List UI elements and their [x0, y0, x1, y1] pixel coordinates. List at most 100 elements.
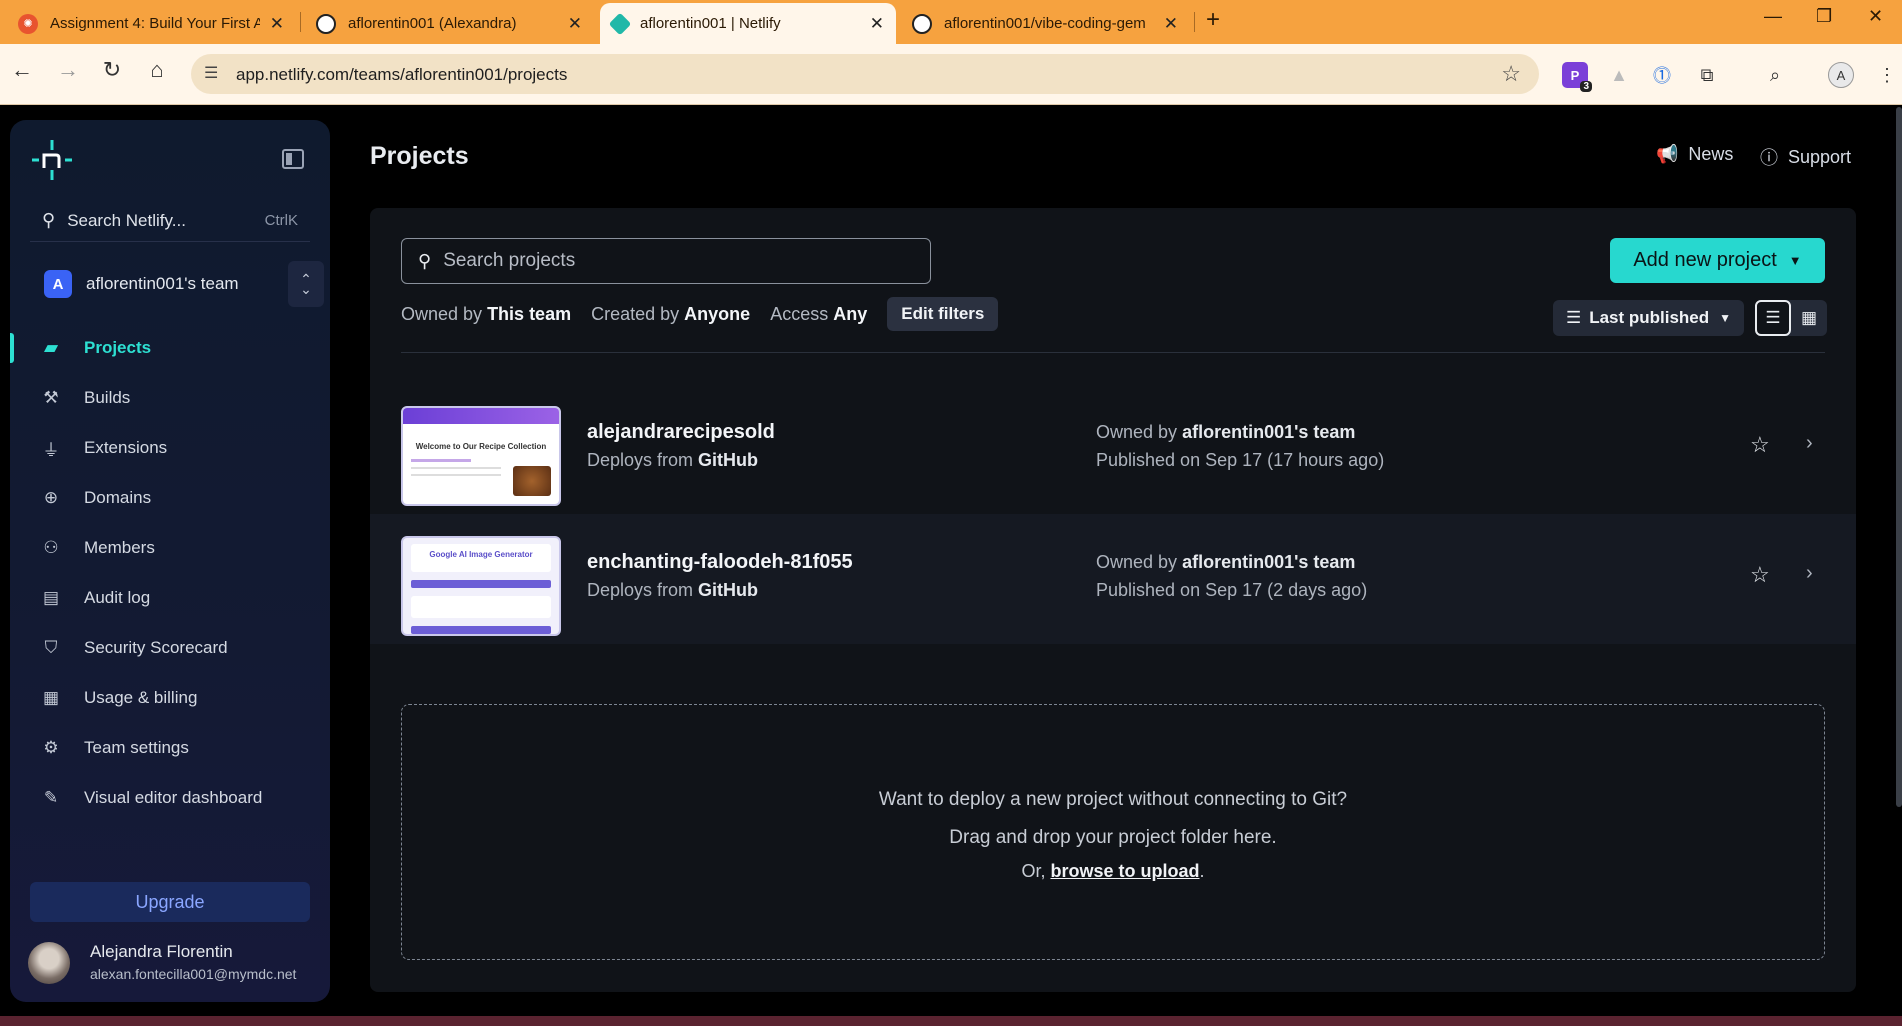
list-view-icon[interactable]: ☰ [1755, 300, 1791, 336]
reload-icon[interactable]: ↻ [96, 57, 128, 83]
project-owner: Owned by aflorentin001's team [1096, 552, 1355, 573]
sidebar-item-projects[interactable]: ▰ Projects [10, 323, 330, 373]
globe-icon: ⊕ [43, 488, 59, 507]
tab-title: aflorentin001 | Netlify [640, 15, 781, 32]
filter-created-by[interactable]: Created by Anyone [591, 304, 750, 325]
browser-tab-assignment[interactable]: ✺ Assignment 4: Build Your First A ✕ [6, 3, 296, 44]
view-toggle: ☰ ▦ [1755, 300, 1827, 336]
add-new-project-label: Add new project [1633, 249, 1777, 271]
browse-prefix: Or, [1021, 861, 1046, 881]
dropzone-heading: Want to deploy a new project without con… [878, 789, 1348, 810]
sidebar-item-visual-editor[interactable]: ✎ Visual editor dashboard [10, 773, 330, 823]
bookmark-star-icon[interactable]: ☆ [1501, 61, 1521, 87]
sidebar-item-label: Builds [84, 388, 131, 407]
filter-value: This team [487, 303, 572, 324]
deploy-dropzone[interactable]: Want to deploy a new project without con… [401, 704, 1825, 960]
close-tab-icon[interactable]: ✕ [270, 14, 284, 34]
chevron-right-icon[interactable]: › [1806, 562, 1813, 585]
team-switcher[interactable]: A aflorentin001's team ⌃ ⌄ [30, 260, 324, 308]
favorite-star-icon[interactable]: ☆ [1750, 432, 1770, 458]
thumbnail-line [411, 580, 551, 588]
github-favicon-icon [316, 13, 336, 34]
sidebar-item-security-scorecard[interactable]: ⛉ Security Scorecard [10, 623, 330, 673]
news-link[interactable]: 📢 News [1656, 144, 1733, 165]
close-tab-icon[interactable]: ✕ [870, 14, 884, 34]
search-netlify-button[interactable]: ⚲ Search Netlify... CtrlK [30, 200, 310, 242]
thumbnail-card [411, 596, 551, 618]
netlify-logo-icon[interactable] [30, 138, 74, 182]
user-email: alexan.fontecilla001@mymdc.net [90, 966, 297, 982]
project-name[interactable]: alejandrarecipesold [587, 421, 775, 444]
megaphone-icon: 📢 [1656, 144, 1679, 164]
sidebar-nav: ▰ Projects ⚒ Builds ⏚ Extensions ⊕ Domai… [10, 323, 330, 823]
sidebar-item-extensions[interactable]: ⏚ Extensions [10, 423, 330, 473]
shield-icon: ⛉ [44, 638, 58, 657]
search-projects-input[interactable]: ⚲ Search projects [401, 238, 931, 284]
hammer-icon: ⚒ [43, 388, 59, 407]
filter-owned-by[interactable]: Owned by This team [401, 304, 571, 325]
dropzone-instruction: Drag and drop your project folder here. [949, 827, 1277, 848]
project-deploy-source: Deploys from GitHub [587, 580, 758, 601]
sidebar-item-audit-log[interactable]: ▤ Audit log [10, 573, 330, 623]
project-name[interactable]: enchanting-faloodeh-81f055 [587, 551, 853, 574]
grid-view-icon[interactable]: ▦ [1791, 300, 1827, 336]
extension-icon[interactable]: P 3 [1562, 62, 1592, 92]
project-published: Published on Sep 17 (2 days ago) [1096, 580, 1368, 600]
sort-dropdown[interactable]: ☰ Last published ▼ [1553, 300, 1744, 336]
user-profile[interactable]: Alejandra Florentin alexan.fontecilla001… [28, 940, 328, 986]
project-row[interactable]: Welcome to Our Recipe Collection alejand… [370, 384, 1856, 514]
project-thumbnail: Google AI Image Generator [401, 536, 561, 636]
close-tab-icon[interactable]: ✕ [1164, 14, 1178, 34]
browser-tab-github-profile[interactable]: aflorentin001 (Alexandra) ✕ [304, 3, 594, 44]
browser-tab-github-repo[interactable]: aflorentin001/vibe-coding-gem ✕ [900, 3, 1190, 44]
browser-menu-icon[interactable]: ⋮ [1874, 62, 1900, 88]
home-icon[interactable]: ⌂ [141, 57, 173, 83]
edit-filters-button[interactable]: Edit filters [887, 297, 999, 331]
tab-title: aflorentin001/vibe-coding-gem [944, 15, 1146, 32]
support-link[interactable]: ⓘ Support [1760, 144, 1851, 170]
favorite-star-icon[interactable]: ☆ [1750, 562, 1770, 588]
project-row[interactable]: Google AI Image Generator enchanting-fal… [370, 514, 1856, 644]
profile-avatar[interactable]: A [1828, 62, 1854, 88]
new-tab-icon[interactable]: + [1206, 6, 1220, 34]
add-new-project-button[interactable]: Add new project ▼ [1610, 238, 1825, 283]
close-window-icon[interactable]: ✕ [1868, 6, 1883, 27]
browse-to-upload-link[interactable]: browse to upload [1051, 861, 1200, 881]
minimize-icon[interactable]: — [1764, 6, 1782, 27]
github-favicon-icon [912, 13, 932, 34]
password-manager-icon[interactable]: ⓵ [1649, 62, 1675, 88]
upgrade-button[interactable]: Upgrade [30, 882, 310, 922]
tab-title: Assignment 4: Build Your First A [50, 15, 260, 32]
divider [401, 352, 1825, 353]
netlify-favicon-icon [608, 12, 632, 35]
browser-tab-netlify[interactable]: aflorentin001 | Netlify ✕ [600, 3, 896, 44]
page-scrollbar[interactable] [1896, 107, 1902, 807]
restore-icon[interactable]: ❐ [1816, 6, 1832, 27]
extensions-puzzle-icon[interactable]: ⧉ [1694, 62, 1720, 88]
forward-icon[interactable]: → [52, 57, 84, 83]
sidebar-item-members[interactable]: ⚇ Members [10, 523, 330, 573]
sidebar-item-domains[interactable]: ⊕ Domains [10, 473, 330, 523]
chevron-down-icon: ▼ [1788, 253, 1802, 268]
sidebar-item-label: Members [84, 538, 155, 557]
sidebar-item-builds[interactable]: ⚒ Builds [10, 373, 330, 423]
extension-icon[interactable]: ▲ [1606, 62, 1632, 88]
deploy-prefix: Deploys from [587, 450, 694, 470]
back-icon[interactable]: ← [6, 57, 38, 83]
cast-search-icon[interactable]: ⌕ [1762, 62, 1788, 88]
url-text: app.netlify.com/teams/aflorentin001/proj… [236, 65, 568, 84]
user-name: Alejandra Florentin [90, 942, 233, 961]
close-tab-icon[interactable]: ✕ [568, 14, 582, 34]
site-info-icon[interactable]: ☰ [204, 63, 218, 83]
receipt-icon: ▦ [42, 688, 60, 707]
filter-label: Created by [591, 303, 680, 324]
dropzone-browse-line: Or, browse to upload. [402, 861, 1824, 882]
chevron-updown-icon[interactable]: ⌃ ⌄ [288, 261, 324, 307]
url-field[interactable]: ☰ app.netlify.com/teams/aflorentin001/pr… [191, 54, 1539, 94]
deploy-source: GitHub [698, 580, 759, 600]
chevron-right-icon[interactable]: › [1806, 432, 1813, 455]
sidebar-item-team-settings[interactable]: ⚙ Team settings [10, 723, 330, 773]
filter-access[interactable]: Access Any [770, 304, 867, 325]
collapse-sidebar-icon[interactable] [282, 149, 304, 169]
sidebar-item-usage-billing[interactable]: ▦ Usage & billing [10, 673, 330, 723]
